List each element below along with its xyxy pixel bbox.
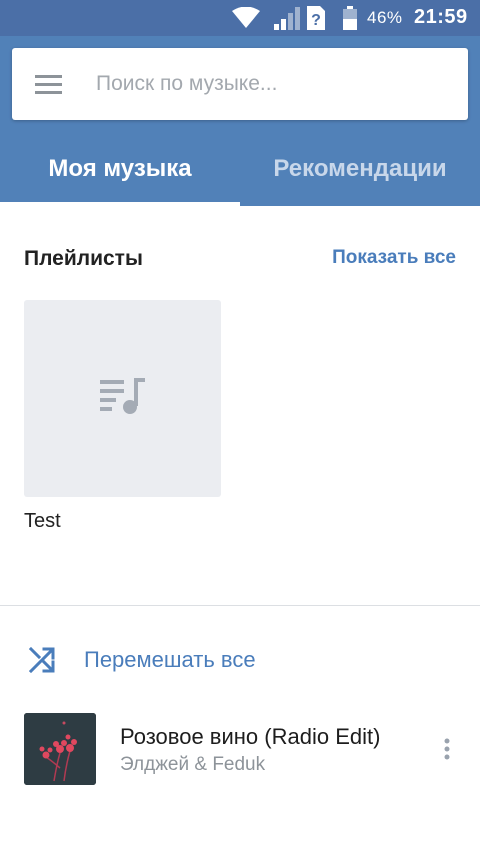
svg-text:?: ?	[311, 12, 321, 29]
playlist-name: Test	[24, 510, 61, 532]
show-all-link[interactable]: Показать все	[332, 247, 456, 269]
battery-percent: 46%	[367, 8, 403, 27]
track-title: Розовое вино (Radio Edit)	[120, 724, 381, 749]
section-title: Плейлисты	[24, 247, 143, 270]
hamburger-menu-icon[interactable]	[35, 75, 63, 100]
divider	[0, 605, 480, 606]
battery-icon	[343, 6, 357, 35]
clock: 21:59	[414, 6, 468, 28]
signal-icon	[274, 6, 302, 35]
search-input[interactable]	[96, 66, 436, 102]
playlist-cover	[24, 300, 221, 497]
app-bar: Моя музыка Рекомендации	[0, 36, 480, 206]
status-bar: ? 46% 21:59	[0, 0, 480, 36]
shuffle-icon	[28, 646, 55, 678]
tab-bar: Моя музыка Рекомендации	[0, 132, 480, 206]
search-box	[12, 48, 468, 120]
tab-recommendations[interactable]: Рекомендации	[240, 132, 480, 206]
tab-my-music[interactable]: Моя музыка	[0, 132, 240, 206]
track-cover-art	[24, 713, 96, 785]
track-artist: Элджей & Feduk	[120, 754, 266, 775]
wifi-icon	[232, 6, 260, 34]
playlist-card[interactable]: Test	[24, 300, 221, 533]
sim-unknown-icon: ?	[307, 6, 325, 35]
more-options-icon[interactable]	[437, 736, 457, 764]
shuffle-all-button[interactable]: Перемешать все	[0, 630, 480, 688]
track-row[interactable]: Розовое вино (Radio Edit) Элджей & Feduk	[0, 700, 480, 800]
shuffle-label: Перемешать все	[84, 647, 256, 672]
playlist-icon	[99, 378, 146, 419]
playlists-header: Плейлисты Показать все	[24, 244, 456, 274]
